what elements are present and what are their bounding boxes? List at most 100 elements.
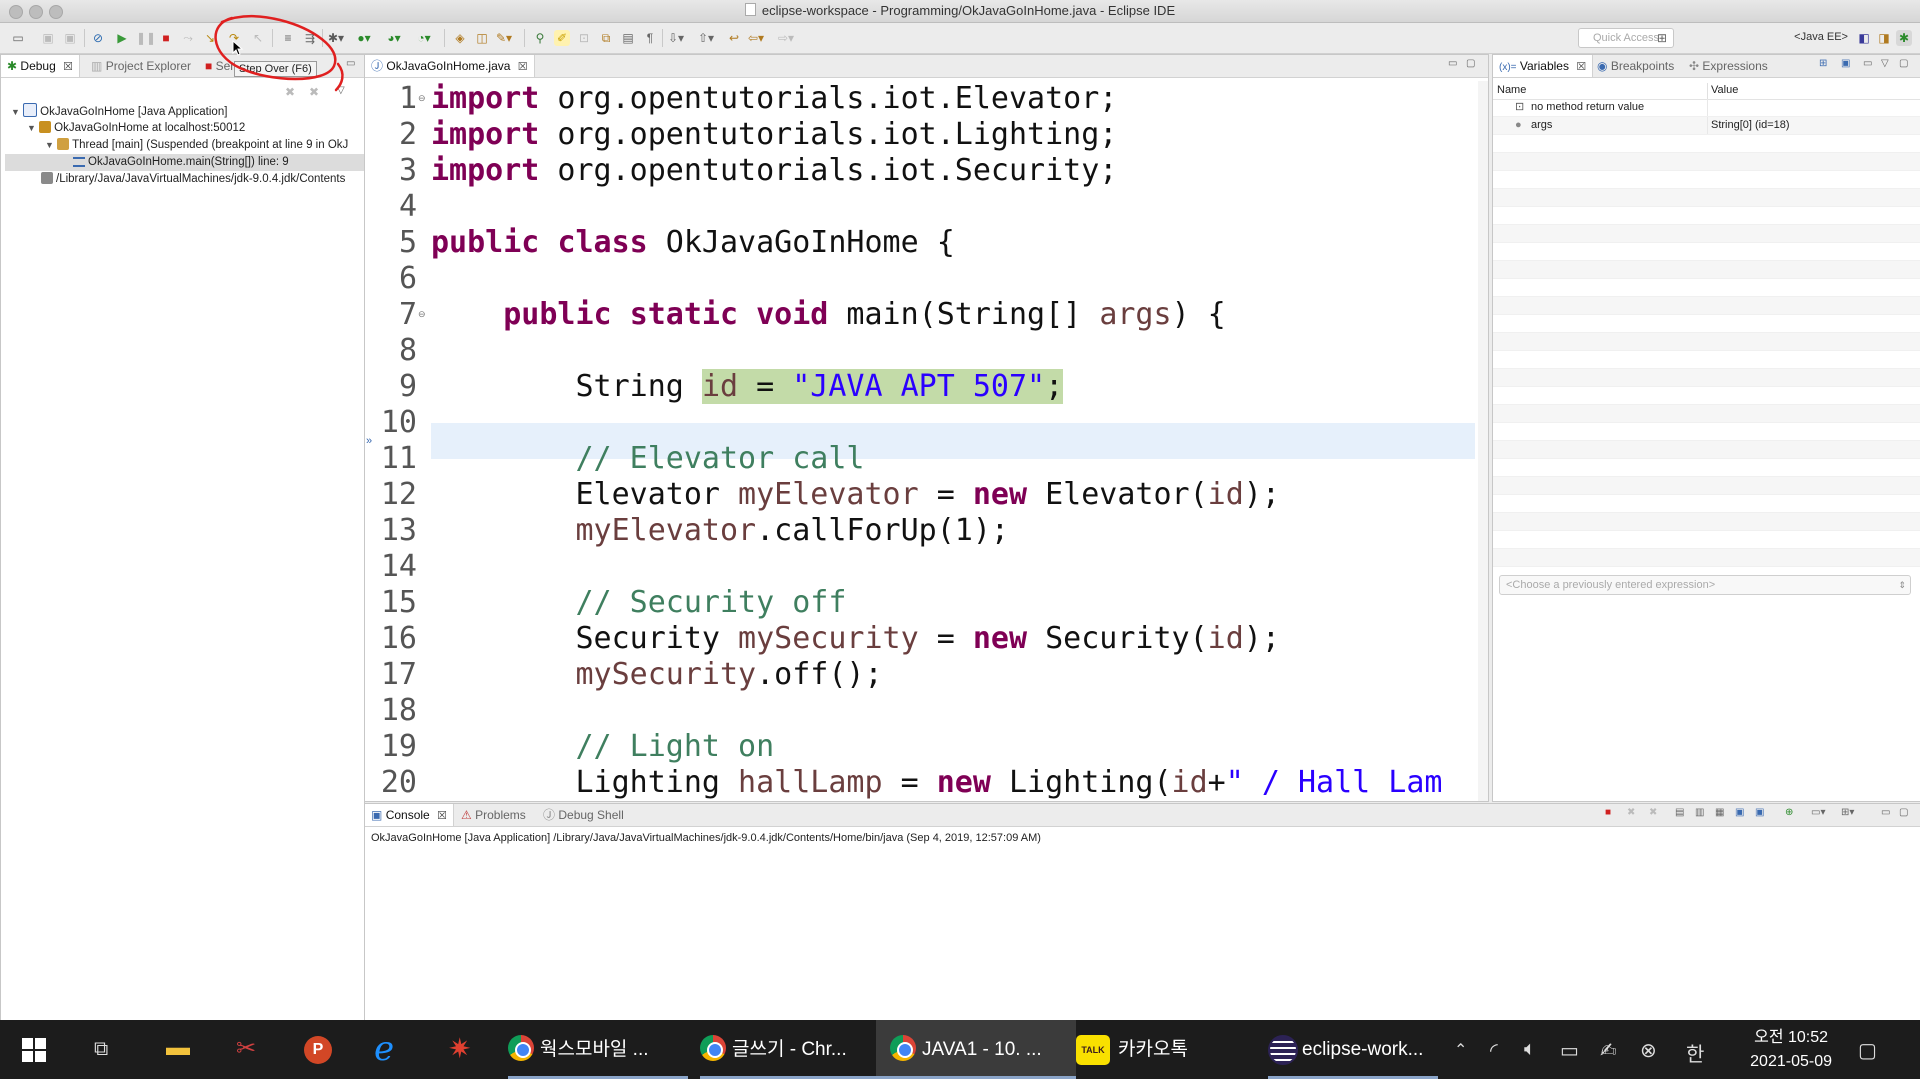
resume-icon[interactable]: ▶: [114, 30, 130, 46]
show-type-names-icon[interactable]: ⊞: [1819, 59, 1829, 69]
code-line[interactable]: 7 ⊖ public static void main(String[] args…: [365, 297, 1475, 333]
display-console-icon[interactable]: ▭▾: [1811, 808, 1825, 818]
view-menu-icon[interactable]: ▽: [1881, 59, 1891, 69]
windows-start-icon[interactable]: [22, 1038, 46, 1062]
search-icon[interactable]: ✎▾: [496, 30, 512, 46]
minimize-window-button[interactable]: [29, 5, 43, 19]
powerpoint-icon[interactable]: P: [304, 1036, 332, 1064]
chevron-down-icon[interactable]: ⇕: [1898, 576, 1906, 594]
chevron-up-icon[interactable]: ⌃: [1454, 1040, 1467, 1060]
code-line[interactable]: 8: [365, 333, 1475, 369]
close-tab-icon[interactable]: ☒: [1576, 61, 1586, 73]
expression-combo[interactable]: <Choose a previously entered expression>…: [1499, 575, 1911, 595]
new-icon[interactable]: ▭: [10, 30, 26, 46]
save-icon[interactable]: ▣: [40, 30, 56, 46]
code-area[interactable]: 1 ⊖ import org.opentutorials.iot.Elevator;…: [365, 81, 1488, 801]
show-on-stderr-icon[interactable]: ▣: [1755, 808, 1765, 818]
tab-expressions[interactable]: ✣ Expressions: [1683, 55, 1774, 77]
tree-item-application[interactable]: ▼ OkJavaGoInHome [Java Application]: [5, 103, 364, 120]
overview-ruler[interactable]: [1478, 81, 1488, 801]
scroll-lock-icon[interactable]: ▥: [1695, 808, 1705, 818]
task-view-icon[interactable]: ⧉: [94, 1038, 108, 1061]
perspective-java-icon[interactable]: ◧: [1856, 30, 1872, 46]
taskbar-kakaotalk[interactable]: TALK 카카오톡: [1076, 1020, 1256, 1079]
taskbar-clock[interactable]: 오전 10:52 2021-05-09: [1750, 1026, 1832, 1074]
open-type-icon[interactable]: ◫: [474, 30, 490, 46]
wifi-icon[interactable]: ◜: [1490, 1038, 1498, 1063]
app-icon[interactable]: ✷: [448, 1034, 471, 1064]
open-console-icon[interactable]: ⊞▾: [1841, 808, 1854, 818]
minimize-icon[interactable]: ▭: [1881, 808, 1891, 818]
tab-project-explorer[interactable]: ▥ Project Explorer: [85, 55, 197, 77]
back-icon[interactable]: ⇦▾: [748, 30, 764, 46]
tree-item-thread[interactable]: ▼ Thread [main] (Suspended (breakpoint a…: [5, 137, 364, 154]
taskbar-chrome-2[interactable]: 글쓰기 - Chr...: [700, 1020, 880, 1079]
open-perspective-icon[interactable]: ⊞: [1654, 30, 1670, 46]
clear-console-icon[interactable]: ▤: [1675, 808, 1685, 818]
close-window-button[interactable]: [9, 5, 23, 19]
code-line[interactable]: 14: [365, 549, 1475, 585]
toggle-breadcrumb-icon[interactable]: ⚲: [532, 30, 548, 46]
code-line[interactable]: 20 Lighting hallLamp = new Lighting(id+"…: [365, 765, 1475, 801]
new-java-project-icon[interactable]: ◈: [452, 30, 468, 46]
code-line[interactable]: 18: [365, 693, 1475, 729]
perspective-resource-icon[interactable]: ◨: [1876, 30, 1892, 46]
tab-debug-shell[interactable]: Ⓙ Debug Shell: [537, 804, 630, 826]
expand-icon[interactable]: ▼: [11, 107, 20, 117]
file-explorer-icon[interactable]: ▬: [166, 1034, 190, 1062]
tree-item-process[interactable]: /Library/Java/JavaVirtualMachines/jdk-9.…: [5, 171, 364, 188]
code-line[interactable]: 12 Elevator myElevator = new Elevator(id…: [365, 477, 1475, 513]
code-line[interactable]: 9 String id = "JAVA APT 507";: [365, 369, 1475, 405]
code-line[interactable]: 19 // Light on: [365, 729, 1475, 765]
fold-icon[interactable]: ⊖: [418, 93, 426, 104]
close-tab-icon[interactable]: ☒: [437, 810, 447, 822]
code-line[interactable]: 16 Security mySecurity = new Security(id…: [365, 621, 1475, 657]
maximize-icon[interactable]: ▢: [1899, 59, 1909, 69]
close-tab-icon[interactable]: ☒: [63, 61, 73, 73]
ime-indicator[interactable]: 한: [1686, 1038, 1704, 1067]
tab-console[interactable]: ▣ Console ☒: [365, 804, 454, 826]
internet-explorer-icon[interactable]: e: [374, 1032, 394, 1066]
code-line[interactable]: 5 public class OkJavaGoInHome {: [365, 225, 1475, 261]
code-line[interactable]: 4: [365, 189, 1475, 225]
last-edit-location-icon[interactable]: ↩: [726, 30, 742, 46]
table-row[interactable]: ● args String[0] (id=18): [1493, 117, 1920, 135]
taskbar-eclipse[interactable]: eclipse-work...: [1268, 1020, 1438, 1079]
pilcrow-icon[interactable]: ¶: [642, 30, 658, 46]
tree-item-stack-frame[interactable]: OkJavaGoInHome.main(String[]) line: 9: [5, 154, 364, 171]
previous-edit-icon[interactable]: ⇧▾: [698, 30, 714, 46]
code-line[interactable]: 15 // Security off: [365, 585, 1475, 621]
code-line[interactable]: 1 ⊖ import org.opentutorials.iot.Elevator;: [365, 81, 1475, 117]
tab-debug[interactable]: ✱ Debug ☒: [1, 55, 80, 77]
tab-okjavagoinhome[interactable]: Ⓙ OkJavaGoInHome.java ☒: [365, 55, 535, 77]
taskbar-chrome-3[interactable]: JAVA1 - 10. ...: [876, 1020, 1076, 1079]
tab-problems[interactable]: ⚠ Problems: [455, 804, 532, 826]
save-all-icon[interactable]: ▣: [62, 30, 78, 46]
terminate-icon[interactable]: ■: [158, 30, 174, 46]
code-line[interactable]: 6: [365, 261, 1475, 297]
expand-icon[interactable]: ▼: [27, 123, 36, 133]
toggle-mark-occurrences-icon[interactable]: ✐: [554, 30, 570, 46]
tab-variables[interactable]: (x)= Variables ☒: [1493, 55, 1594, 77]
remove-all-terminated-icon[interactable]: ✖: [1649, 808, 1659, 818]
run-icon[interactable]: ●▾: [356, 30, 372, 46]
perspective-debug-icon[interactable]: ✱: [1896, 30, 1912, 46]
external-tools-icon[interactable]: ◔▾: [416, 30, 432, 46]
show-on-stdout-icon[interactable]: ▣: [1735, 808, 1745, 818]
code-line[interactable]: 17 mySecurity.off();: [365, 657, 1475, 693]
terminate-icon[interactable]: ■: [1605, 808, 1615, 818]
expand-icon[interactable]: ▼: [45, 140, 54, 150]
show-whitespace-icon[interactable]: ▤: [620, 30, 636, 46]
coverage-icon[interactable]: ◕▾: [386, 30, 402, 46]
next-edit-icon[interactable]: ⇩▾: [668, 30, 684, 46]
code-line[interactable]: 10: [365, 405, 1475, 441]
forward-icon[interactable]: ⇨▾: [778, 30, 794, 46]
close-tab-icon[interactable]: ☒: [518, 61, 528, 73]
taskbar-chrome-1[interactable]: 웍스모바일 ...: [508, 1020, 688, 1079]
code-line[interactable]: 3 import org.opentutorials.iot.Security;: [365, 153, 1475, 189]
table-row[interactable]: ⊡ no method return value: [1493, 99, 1920, 117]
disconnect-icon[interactable]: ⤳: [180, 30, 196, 46]
pen-icon[interactable]: ✍︎: [1600, 1038, 1617, 1063]
skip-breakpoints-icon[interactable]: ⊘: [90, 30, 106, 46]
notifications-icon[interactable]: ▢: [1858, 1038, 1877, 1063]
